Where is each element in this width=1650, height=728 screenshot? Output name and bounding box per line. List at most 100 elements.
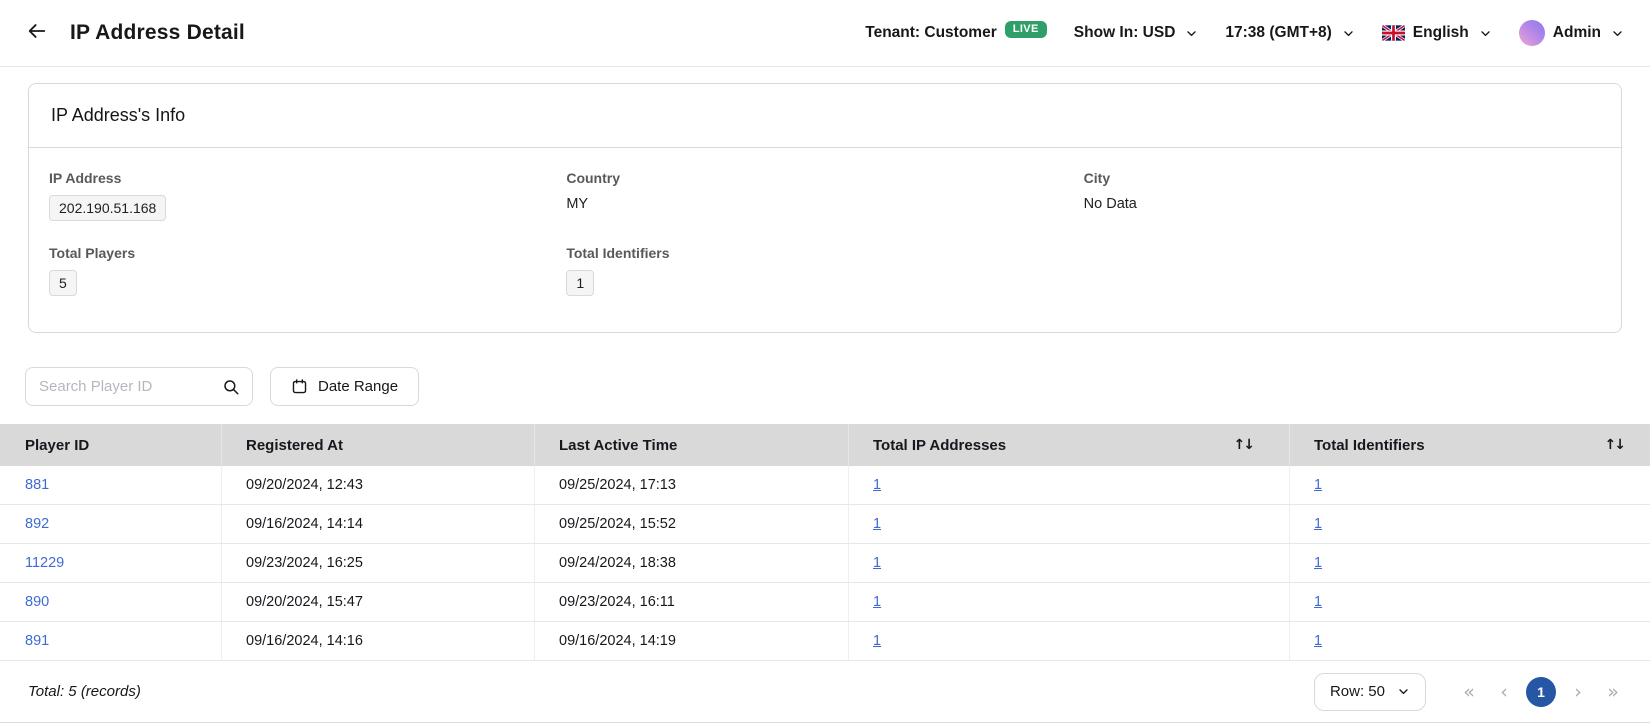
user-menu[interactable]: Admin bbox=[1519, 20, 1624, 46]
column-header-last-active-time: Last Active Time bbox=[535, 424, 849, 466]
cell-total-ip-addresses: 1 bbox=[849, 505, 1290, 543]
column-header-registered-at: Registered At bbox=[222, 424, 535, 466]
pagination: « ‹ 1 › » bbox=[1456, 677, 1626, 707]
user-label: Admin bbox=[1553, 24, 1601, 42]
cell-registered-at: 09/20/2024, 15:47 bbox=[222, 583, 535, 621]
table-row: 891 09/16/2024, 14:16 09/16/2024, 14:19 … bbox=[0, 622, 1650, 661]
search-input[interactable] bbox=[39, 378, 222, 395]
live-badge: LIVE bbox=[1005, 21, 1047, 38]
last-page-button[interactable]: » bbox=[1600, 679, 1626, 705]
total-identifiers-link[interactable]: 1 bbox=[1314, 633, 1322, 649]
table-body: 881 09/20/2024, 12:43 09/25/2024, 17:13 … bbox=[0, 466, 1650, 661]
cell-total-ip-addresses: 1 bbox=[849, 466, 1290, 504]
cell-registered-at: 09/23/2024, 16:25 bbox=[222, 544, 535, 582]
first-page-button[interactable]: « bbox=[1456, 679, 1482, 705]
cell-total-ip-addresses: 1 bbox=[849, 583, 1290, 621]
currency-label: Show In: USD bbox=[1074, 24, 1176, 42]
cell-total-identifiers: 1 bbox=[1290, 544, 1650, 582]
arrow-left-icon bbox=[26, 20, 48, 47]
table-row: 890 09/20/2024, 15:47 09/23/2024, 16:11 … bbox=[0, 583, 1650, 622]
date-range-label: Date Range bbox=[318, 378, 398, 395]
chevron-down-icon bbox=[1611, 27, 1624, 40]
field-label: IP Address bbox=[49, 170, 566, 186]
sort-icon[interactable]: ↑↓ bbox=[1605, 437, 1624, 453]
player-id-link[interactable]: 881 bbox=[25, 477, 49, 493]
field-label: Total Identifiers bbox=[566, 245, 1083, 261]
avatar bbox=[1519, 20, 1545, 46]
total-ip-addresses-link[interactable]: 1 bbox=[873, 594, 881, 610]
players-table: Player ID Registered At Last Active Time… bbox=[0, 424, 1650, 661]
total-ip-addresses-link[interactable]: 1 bbox=[873, 633, 881, 649]
field-country: Country MY bbox=[566, 170, 1083, 221]
chevron-down-icon bbox=[1185, 27, 1198, 40]
table-header-row: Player ID Registered At Last Active Time… bbox=[0, 424, 1650, 466]
player-id-link[interactable]: 11229 bbox=[25, 555, 64, 571]
page-title: IP Address Detail bbox=[70, 21, 245, 45]
cell-last-active-time: 09/25/2024, 15:52 bbox=[535, 505, 849, 543]
table-row: 881 09/20/2024, 12:43 09/25/2024, 17:13 … bbox=[0, 466, 1650, 505]
language-dropdown[interactable]: English bbox=[1382, 24, 1492, 42]
total-identifiers-link[interactable]: 1 bbox=[1314, 516, 1322, 532]
next-page-button[interactable]: › bbox=[1565, 679, 1591, 705]
cell-player-id: 11229 bbox=[0, 544, 222, 582]
cell-player-id: 881 bbox=[0, 466, 222, 504]
total-ip-addresses-link[interactable]: 1 bbox=[873, 516, 881, 532]
tenant-indicator: Tenant: Customer LIVE bbox=[865, 24, 1047, 42]
cell-total-identifiers: 1 bbox=[1290, 466, 1650, 504]
current-page-button[interactable]: 1 bbox=[1526, 677, 1556, 707]
table-toolbar: Date Range bbox=[25, 367, 1650, 406]
total-identifiers-link[interactable]: 1 bbox=[1314, 555, 1322, 571]
uk-flag-icon bbox=[1382, 25, 1405, 41]
chevron-down-icon bbox=[1342, 27, 1355, 40]
cell-last-active-time: 09/24/2024, 18:38 bbox=[535, 544, 849, 582]
search-icon[interactable] bbox=[222, 378, 240, 396]
chevron-down-icon bbox=[1397, 685, 1410, 698]
player-id-link[interactable]: 891 bbox=[25, 633, 49, 649]
chevron-down-icon bbox=[1479, 27, 1492, 40]
total-identifiers-link[interactable]: 1 bbox=[1314, 594, 1322, 610]
field-label: Total Players bbox=[49, 245, 566, 261]
ip-info-card-title: IP Address's Info bbox=[29, 84, 1621, 148]
cell-last-active-time: 09/16/2024, 14:19 bbox=[535, 622, 849, 660]
field-total-players: Total Players 5 bbox=[49, 245, 566, 296]
cell-total-ip-addresses: 1 bbox=[849, 544, 1290, 582]
cell-player-id: 891 bbox=[0, 622, 222, 660]
country-value: MY bbox=[566, 196, 588, 212]
cell-last-active-time: 09/23/2024, 16:11 bbox=[535, 583, 849, 621]
cell-registered-at: 09/16/2024, 14:14 bbox=[222, 505, 535, 543]
date-range-button[interactable]: Date Range bbox=[270, 367, 419, 406]
cell-last-active-time: 09/25/2024, 17:13 bbox=[535, 466, 849, 504]
cell-total-identifiers: 1 bbox=[1290, 622, 1650, 660]
ip-info-card: IP Address's Info IP Address 202.190.51.… bbox=[28, 83, 1622, 333]
cell-registered-at: 09/16/2024, 14:16 bbox=[222, 622, 535, 660]
previous-page-button[interactable]: ‹ bbox=[1491, 679, 1517, 705]
city-value: No Data bbox=[1084, 196, 1137, 212]
sort-icon[interactable]: ↑↓ bbox=[1234, 437, 1253, 453]
currency-dropdown[interactable]: Show In: USD bbox=[1074, 24, 1199, 42]
column-label: Total Identifiers bbox=[1314, 437, 1425, 454]
cell-player-id: 890 bbox=[0, 583, 222, 621]
total-identifiers-link[interactable]: 1 bbox=[1314, 477, 1322, 493]
cell-total-identifiers: 1 bbox=[1290, 583, 1650, 621]
player-id-link[interactable]: 892 bbox=[25, 516, 49, 532]
total-ip-addresses-link[interactable]: 1 bbox=[873, 477, 881, 493]
column-label: Total IP Addresses bbox=[873, 437, 1006, 454]
total-identifiers-value: 1 bbox=[566, 270, 594, 296]
field-label: City bbox=[1084, 170, 1601, 186]
total-players-value: 5 bbox=[49, 270, 77, 296]
cell-player-id: 892 bbox=[0, 505, 222, 543]
player-id-link[interactable]: 890 bbox=[25, 594, 49, 610]
cell-registered-at: 09/20/2024, 12:43 bbox=[222, 466, 535, 504]
rows-per-page-dropdown[interactable]: Row: 50 bbox=[1314, 673, 1426, 711]
search-box[interactable] bbox=[25, 367, 253, 406]
rows-per-page-label: Row: 50 bbox=[1330, 683, 1385, 700]
total-ip-addresses-link[interactable]: 1 bbox=[873, 555, 881, 571]
cell-total-identifiers: 1 bbox=[1290, 505, 1650, 543]
timezone-dropdown[interactable]: 17:38 (GMT+8) bbox=[1225, 24, 1354, 42]
back-button[interactable] bbox=[26, 20, 48, 47]
field-ip-address: IP Address 202.190.51.168 bbox=[49, 170, 566, 221]
field-total-identifiers: Total Identifiers 1 bbox=[566, 245, 1083, 296]
cell-total-ip-addresses: 1 bbox=[849, 622, 1290, 660]
time-label: 17:38 (GMT+8) bbox=[1225, 24, 1331, 42]
ip-info-card-body: IP Address 202.190.51.168 Country MY Cit… bbox=[29, 148, 1621, 296]
